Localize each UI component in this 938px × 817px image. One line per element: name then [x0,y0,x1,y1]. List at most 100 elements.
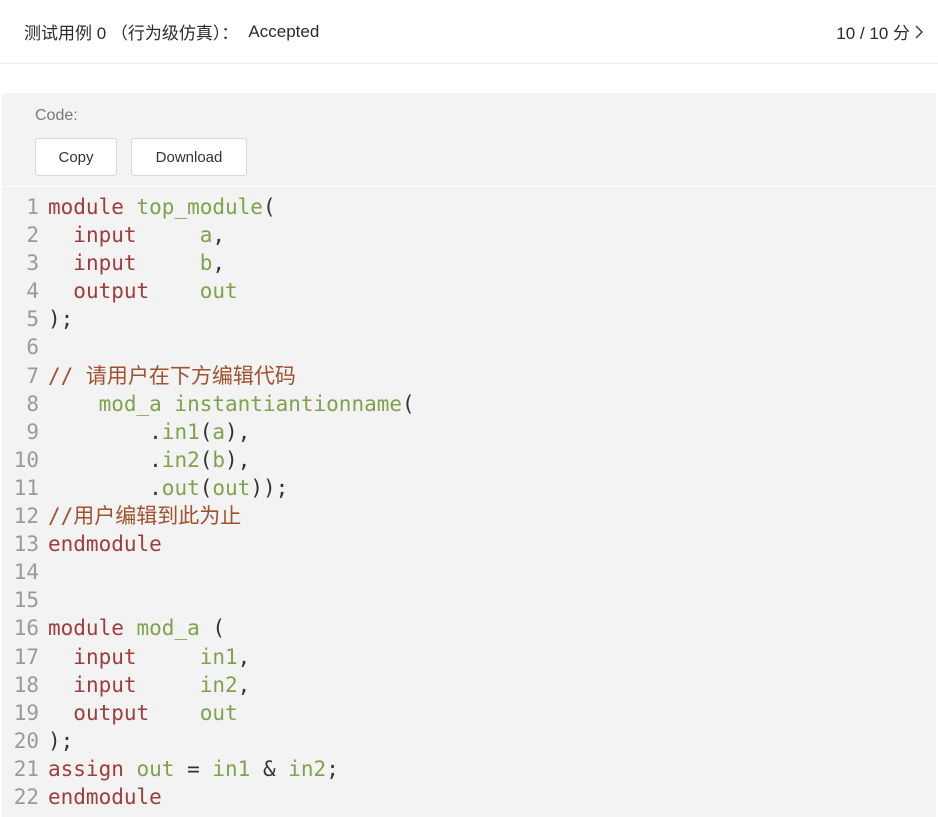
test-case-header[interactable]: 测试用例 0 （行为级仿真）： Accepted 10 / 10 分 [0,0,938,64]
copy-button[interactable]: Copy [35,138,117,176]
code-line: 16 module mod_a ( [2,614,936,642]
code-token: input [73,644,137,669]
code-token: . [48,475,162,500]
line-text: input b, [48,249,225,277]
line-number: 14 [13,560,39,585]
code-token: input [73,672,137,697]
code-token: out [212,475,251,500]
line-text: output out [48,699,238,727]
code-line: 9 .in1(a), [2,418,936,446]
line-text: .in2(b), [48,446,250,474]
code-line: 21 assign out = in1 & in2; [2,755,936,783]
line-number: 12 [13,504,39,529]
line-number: 17 [13,644,39,669]
code-token: module [48,616,124,641]
code-token: a [199,223,213,248]
download-button[interactable]: Download [131,138,247,176]
line-number: 8 [26,391,39,416]
code-line: 10 .in2(b), [2,446,936,474]
code-label: Code: [35,107,78,124]
code-line: 4 output out [2,277,936,305]
code-token: //用户编辑到此为止 [48,504,242,529]
code-token: , [212,251,226,276]
code-line: 17 input in1, [2,643,936,671]
line-text: mod_a instantiantionname( [48,390,415,418]
code-token: , [237,672,251,697]
code-line: 12 //用户编辑到此为止 [2,502,936,530]
line-text: ); [48,305,73,333]
code-token: ), [225,419,251,444]
code-token: b [199,251,213,276]
code-token: , [237,644,251,669]
line-number: 19 [13,700,39,725]
code-token: output [73,700,150,725]
code-line: 8 mod_a instantiantionname( [2,390,936,418]
code-token: ( [199,447,213,472]
code-token: in2 [161,447,200,472]
code-token: in2 [199,672,238,697]
line-text: input in2, [48,671,250,699]
code-line: 19 output out [2,699,936,727]
code-token: input [73,223,137,248]
line-number: 1 [26,195,39,219]
code-token: out [199,700,238,725]
line-number: 2 [26,223,39,248]
line-number: 5 [26,307,39,332]
panel-divider [2,186,936,187]
code-line: 13 endmodule [2,530,936,558]
code-token: ( [402,391,415,416]
line-text: input in1, [48,643,250,671]
line-number: 22 [13,784,39,809]
line-number: 11 [13,475,39,500]
code-token: // 请用户在下方编辑代码 [48,363,296,388]
code-line: 5); [2,305,936,333]
code-line: 3 input b, [2,249,936,277]
line-text: //用户编辑到此为止 [48,502,241,530]
code-line: 15 [2,586,936,614]
line-number: 10 [13,447,39,472]
line-text: .in1(a), [48,418,250,446]
code-token: endmodule [48,784,162,809]
code-line: 2 input a, [2,221,936,249]
code-token: ); [48,728,74,753]
line-number: 9 [26,419,39,444]
code-token: a [212,419,226,444]
code-line: 18 input in2, [2,671,936,699]
code-token: ( [262,195,276,219]
code-token: in1 [161,419,200,444]
code-token: out [136,756,175,781]
code-token: in1 [212,756,251,781]
line-number: 16 [13,616,39,641]
code-line: 14 [2,558,936,586]
code-token: ; [326,756,339,781]
code-line: 6 [2,333,936,361]
line-text: endmodule [48,783,162,811]
chevron-right-icon [915,25,923,38]
line-text: assign out = in1 & in2; [48,755,339,783]
code-panel: Code: Copy Download 1 module top_module(2… [2,93,936,817]
line-text: .out(out)); [48,474,288,502]
code-block[interactable]: 1 module top_module(2 input a, 3 input b, 4… [2,193,936,811]
line-text: module top_module( [48,193,276,221]
code-token: out [161,475,200,500]
score-link[interactable]: 10 / 10 分 [836,19,924,44]
code-token: module [48,195,124,219]
line-number: 18 [13,672,39,697]
code-token: output [73,279,150,304]
line-text: ); [48,727,73,755]
test-case-title: 测试用例 0 （行为级仿真）： [24,24,239,43]
code-token: , [212,223,226,248]
